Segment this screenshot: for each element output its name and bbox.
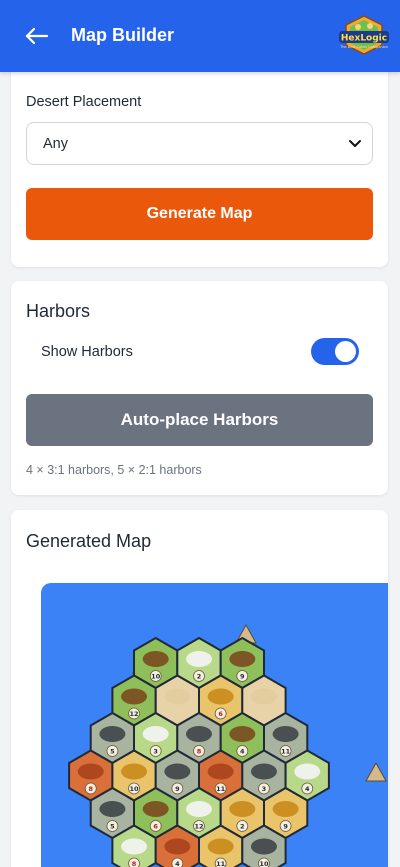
number-token-label: 5 xyxy=(110,823,115,831)
generate-map-button[interactable]: Generate Map xyxy=(26,188,373,240)
hexlogic-logo: HexLogic The Best Catan Companion xyxy=(339,15,389,55)
svg-text:HexLogic: HexLogic xyxy=(341,34,387,44)
number-token-label: 4 xyxy=(240,748,245,756)
number-token-label: 10 xyxy=(259,860,269,867)
harbors-heading: Harbors xyxy=(26,301,91,321)
wood-icon xyxy=(121,688,148,705)
ore-icon xyxy=(272,726,299,742)
map-settings-card: Desert Placement Any Generate Map xyxy=(11,66,388,267)
number-token-label: 10 xyxy=(130,785,140,793)
page-title: Map Builder xyxy=(71,25,175,45)
brick-icon xyxy=(164,838,191,855)
sheep-icon xyxy=(294,763,321,780)
app-header: Map Builder HexLogic The Best Catan Comp… xyxy=(0,0,400,72)
desert-icon xyxy=(164,688,191,705)
wood-icon xyxy=(229,651,256,667)
sheep-icon xyxy=(186,651,212,667)
number-token-label: 12 xyxy=(130,710,139,718)
number-token-label: 8 xyxy=(132,860,137,867)
number-token-label: 6 xyxy=(218,710,223,718)
arrow-left-icon xyxy=(25,27,48,45)
number-token-label: 6 xyxy=(153,823,158,831)
harbor-summary: 4 × 3:1 harbors, 5 × 2:1 harbors xyxy=(26,463,202,477)
number-token-label: 3 xyxy=(153,748,158,756)
show-harbors-toggle[interactable] xyxy=(311,338,359,365)
number-token-label: 9 xyxy=(175,785,180,793)
generated-map-card: Generated Map 10 2 9 12 6 5 3 8 4 11 8 10 9 11 3 4 5 6 12 2… xyxy=(11,510,388,867)
number-token-label: 4 xyxy=(305,785,310,793)
number-token-label: 2 xyxy=(197,673,202,681)
harbor-marker xyxy=(365,761,387,782)
desert-placement-label: Desert Placement xyxy=(26,94,142,110)
generated-map-heading: Generated Map xyxy=(26,531,152,551)
wheat-icon xyxy=(207,688,234,705)
map-canvas[interactable]: 10 2 9 12 6 5 3 8 4 11 8 10 9 11 3 4 5 6 12 2 9 8 4 11 10 xyxy=(41,583,388,867)
desert-icon xyxy=(250,688,277,705)
wheat-icon xyxy=(207,838,234,855)
wheat-icon xyxy=(121,763,148,780)
ore-icon xyxy=(164,763,191,780)
number-token-label: 10 xyxy=(151,673,161,681)
number-token-label: 11 xyxy=(216,860,226,867)
chevron-down-icon xyxy=(349,140,361,147)
toggle-knob xyxy=(335,341,356,362)
ore-icon xyxy=(186,726,212,742)
show-harbors-label: Show Harbors xyxy=(41,344,133,360)
number-token-label: 9 xyxy=(283,823,288,831)
wheat-icon xyxy=(272,801,299,817)
brick-icon xyxy=(207,763,234,780)
wood-icon xyxy=(142,801,169,817)
ore-icon xyxy=(99,801,126,817)
auto-place-harbors-button[interactable]: Auto-place Harbors xyxy=(26,394,373,446)
harbors-card: Harbors Show Harbors Auto-place Harbors … xyxy=(11,281,388,495)
hex-board: 10 2 9 12 6 5 3 8 4 11 8 10 9 11 3 4 5 6 12 2 9 8 4 11 10 xyxy=(68,623,387,867)
ore-icon xyxy=(250,838,277,855)
number-token-label: 11 xyxy=(216,785,226,793)
ore-icon xyxy=(250,763,277,780)
number-token-label: 4 xyxy=(175,860,180,867)
brick-icon xyxy=(77,763,104,780)
wood-icon xyxy=(229,726,256,742)
sheep-icon xyxy=(142,726,169,742)
number-token-label: 9 xyxy=(240,673,245,681)
wood-icon xyxy=(142,651,169,667)
back-button[interactable] xyxy=(22,22,50,50)
sheep-icon xyxy=(186,801,212,817)
ore-icon xyxy=(99,726,126,742)
svg-text:The Best Catan Companion: The Best Catan Companion xyxy=(339,45,388,49)
number-token-label: 5 xyxy=(110,748,115,756)
number-token-label: 3 xyxy=(262,785,267,793)
sheep-icon xyxy=(121,838,148,855)
number-token-label: 11 xyxy=(281,748,291,756)
number-token-label: 8 xyxy=(88,785,93,793)
desert-placement-value: Any xyxy=(43,135,68,152)
number-token-label: 12 xyxy=(194,823,203,831)
wheat-icon xyxy=(229,801,256,817)
desert-placement-select[interactable]: Any xyxy=(26,122,373,165)
number-token-label: 2 xyxy=(240,823,245,831)
number-token-label: 8 xyxy=(197,748,202,756)
